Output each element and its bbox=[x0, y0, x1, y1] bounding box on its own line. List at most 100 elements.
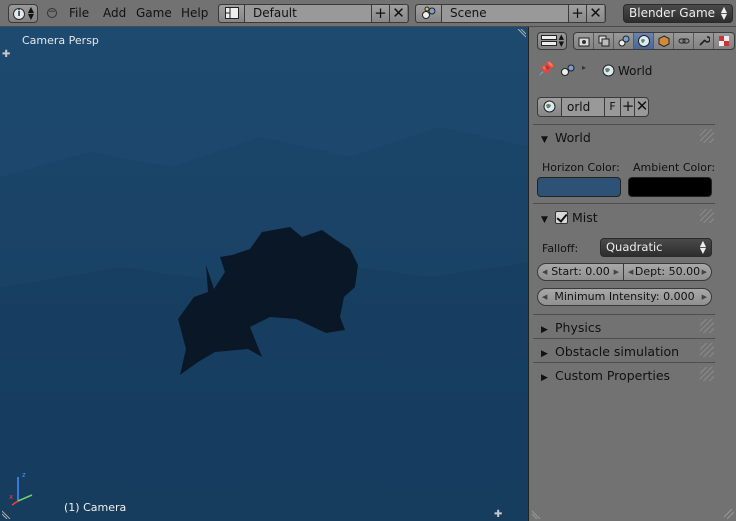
link-icon bbox=[678, 38, 690, 44]
render-engine-dropdown[interactable]: Blender Game ▲ ▼ bbox=[623, 4, 733, 23]
panel-drag-handle[interactable] bbox=[700, 319, 714, 333]
horizon-color-label: Horizon Color: bbox=[542, 161, 620, 174]
falloff-value: Quadratic bbox=[606, 240, 663, 254]
tab-render[interactable] bbox=[574, 33, 594, 49]
info-icon: i bbox=[13, 8, 25, 20]
unlink-world-button[interactable]: ✕ bbox=[634, 98, 649, 116]
mist-start-depth-row: ◀ Start: 0.00 ▶ ◀ Dept: 50.00 ▶ bbox=[537, 263, 712, 281]
collapsed-triangle-icon: ▶ bbox=[541, 349, 548, 359]
viewport-view-label: Camera Persp bbox=[22, 34, 99, 47]
tab-texture[interactable] bbox=[714, 33, 734, 49]
editor-type-button[interactable]: ▲ ▼ bbox=[537, 32, 567, 50]
breadcrumb-world-label: World bbox=[618, 64, 653, 78]
terrain-object-silhouette bbox=[178, 227, 358, 375]
mist-start-field[interactable]: ◀ Start: 0.00 ▶ bbox=[538, 264, 624, 280]
new-world-button[interactable]: + bbox=[620, 98, 635, 116]
info-header: i ▲ ▼ − File Add Game Help Default + ✕ Sc… bbox=[0, 0, 736, 27]
increment-arrow-icon[interactable]: ▶ bbox=[702, 289, 707, 305]
axis-gizmo-icon: z x bbox=[9, 471, 33, 506]
add-scene-button[interactable]: + bbox=[568, 5, 586, 22]
3d-viewport[interactable]: Camera Persp (1) Camera ✚ ✚ z x bbox=[0, 27, 529, 521]
menu-game[interactable]: Game bbox=[136, 6, 172, 20]
minimum-intensity-slider[interactable]: ◀ Minimum Intensity: 0.000 ▶ bbox=[538, 289, 711, 305]
fake-user-button[interactable]: F bbox=[604, 98, 620, 116]
decrement-arrow-icon[interactable]: ◀ bbox=[542, 264, 547, 280]
panel-drag-handle[interactable] bbox=[700, 209, 714, 223]
divider bbox=[533, 362, 715, 363]
menu-help[interactable]: Help bbox=[181, 6, 208, 20]
updown-arrow-icon: ▲ ▼ bbox=[27, 5, 34, 21]
obstacle-simulation-panel-title: Obstacle simulation bbox=[555, 344, 680, 359]
screen-layout-menu-button[interactable] bbox=[219, 5, 245, 22]
panel-drag-handle[interactable] bbox=[700, 129, 714, 143]
world-datablock-selector: orld F + ✕ bbox=[537, 97, 649, 117]
divider bbox=[533, 314, 715, 315]
viewport-object-label: (1) Camera bbox=[64, 501, 127, 514]
tab-constraints[interactable] bbox=[674, 33, 694, 49]
tab-object[interactable] bbox=[654, 33, 674, 49]
render-engine-label: Blender Game bbox=[629, 6, 716, 20]
area-split-corner-icon[interactable] bbox=[516, 29, 526, 39]
tab-render-layers[interactable] bbox=[594, 33, 614, 49]
mist-depth-field[interactable]: ◀ Dept: 50.00 ▶ bbox=[624, 264, 711, 280]
delete-scene-button[interactable]: ✕ bbox=[586, 5, 604, 22]
editor-type-button[interactable]: i ▲ ▼ bbox=[8, 4, 38, 23]
decrement-arrow-icon[interactable]: ◀ bbox=[542, 289, 547, 305]
decrement-arrow-icon[interactable]: ◀ bbox=[628, 264, 633, 280]
divider bbox=[533, 338, 715, 339]
add-layout-button[interactable]: + bbox=[371, 5, 389, 22]
scene-menu-button[interactable] bbox=[416, 5, 442, 22]
browse-world-button[interactable] bbox=[538, 98, 562, 116]
tab-scene[interactable] bbox=[614, 33, 634, 49]
increment-arrow-icon[interactable]: ▶ bbox=[614, 264, 619, 280]
menu-file[interactable]: File bbox=[69, 6, 89, 20]
svg-text:z: z bbox=[22, 471, 26, 479]
panel-drag-handle[interactable] bbox=[700, 343, 714, 357]
menu-add[interactable]: Add bbox=[103, 6, 126, 20]
pin-icon[interactable]: 📌 bbox=[538, 62, 554, 77]
tab-modifiers[interactable] bbox=[694, 33, 714, 49]
collapsed-triangle-icon: ▶ bbox=[541, 325, 548, 335]
expand-triangle-icon: ▼ bbox=[541, 135, 548, 145]
layout-name-field[interactable]: Default bbox=[245, 5, 371, 22]
camera-icon bbox=[578, 37, 590, 47]
minimum-intensity-field[interactable]: ◀ Minimum Intensity: 0.000 ▶ bbox=[537, 288, 712, 306]
area-split-corner-icon[interactable] bbox=[2, 509, 12, 519]
scene-icon bbox=[618, 35, 630, 47]
wrench-icon bbox=[699, 36, 710, 46]
area-split-corner-icon[interactable] bbox=[532, 509, 542, 519]
custom-properties-panel-header[interactable]: ▶ Custom Properties bbox=[533, 368, 713, 390]
world-name-field[interactable]: orld bbox=[567, 100, 590, 114]
screen-layout-selector: Default + ✕ bbox=[218, 4, 409, 23]
scene-icon bbox=[422, 6, 436, 19]
mist-panel-header[interactable]: ▼ Mist bbox=[533, 210, 713, 232]
horizon-color-swatch[interactable] bbox=[537, 177, 621, 197]
texture-checker-icon bbox=[719, 36, 729, 46]
ambient-color-swatch[interactable] bbox=[628, 177, 712, 197]
divider bbox=[533, 124, 715, 125]
updown-arrow-icon: ▲ ▼ bbox=[558, 33, 564, 48]
collapse-menus-icon[interactable]: − bbox=[47, 8, 57, 18]
layout-icon bbox=[225, 7, 239, 19]
increment-arrow-icon[interactable]: ▶ bbox=[702, 264, 707, 280]
mist-enable-checkbox[interactable] bbox=[555, 211, 568, 224]
delete-layout-button[interactable]: ✕ bbox=[389, 5, 407, 22]
physics-panel-title: Physics bbox=[555, 320, 602, 335]
falloff-dropdown[interactable]: Quadratic ▲ ▼ bbox=[600, 238, 712, 257]
properties-editor: ▲ ▼ 📌 ▸ World orld F + ✕ ▼ World Horizon… bbox=[530, 27, 736, 521]
custom-properties-panel-title: Custom Properties bbox=[555, 368, 671, 383]
region-toggle-icon[interactable]: ✚ bbox=[2, 49, 10, 60]
scene-selector: Scene + ✕ bbox=[415, 4, 606, 23]
minimum-intensity-value: Minimum Intensity: 0.000 bbox=[554, 290, 695, 303]
mist-start-value: Start: 0.00 bbox=[551, 265, 610, 278]
area-split-corner-icon[interactable] bbox=[724, 509, 734, 519]
updown-arrow-icon: ▲ ▼ bbox=[720, 5, 727, 21]
panel-drag-handle[interactable] bbox=[700, 367, 714, 381]
world-panel-header[interactable]: ▼ World bbox=[533, 130, 713, 152]
svg-text:x: x bbox=[9, 493, 13, 501]
tab-world[interactable] bbox=[634, 33, 654, 49]
world-icon bbox=[602, 64, 615, 77]
region-toggle-icon[interactable]: ✚ bbox=[494, 509, 502, 520]
world-panel-title: World bbox=[555, 130, 591, 145]
scene-name-field[interactable]: Scene bbox=[442, 5, 568, 22]
